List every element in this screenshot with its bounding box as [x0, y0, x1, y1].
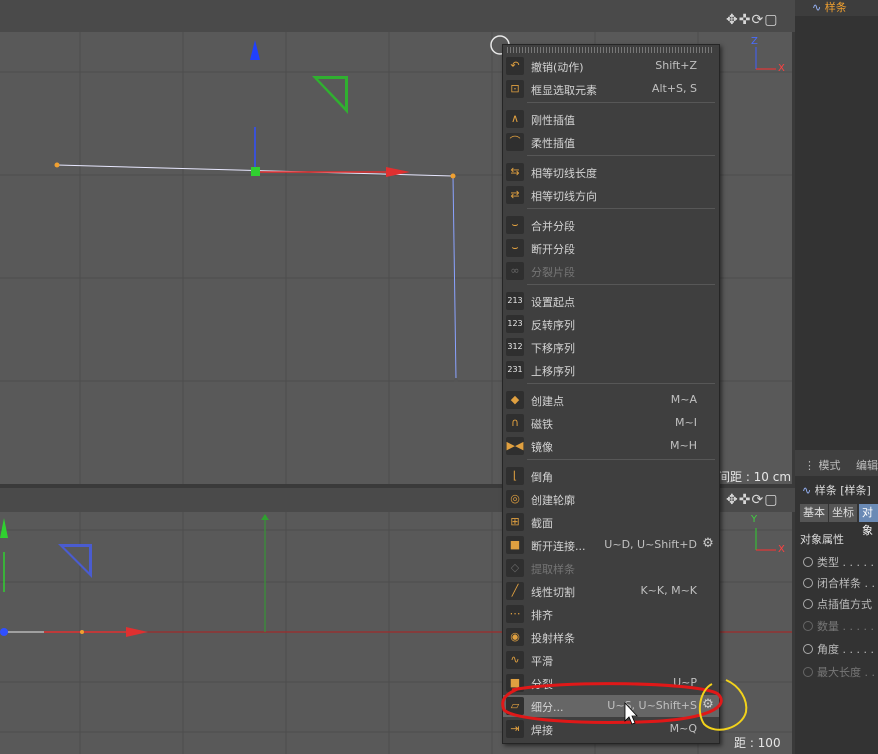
yellow-annotation-circle [698, 679, 748, 731]
annotation-overlay [501, 679, 748, 731]
red-annotation-circle [501, 682, 723, 724]
